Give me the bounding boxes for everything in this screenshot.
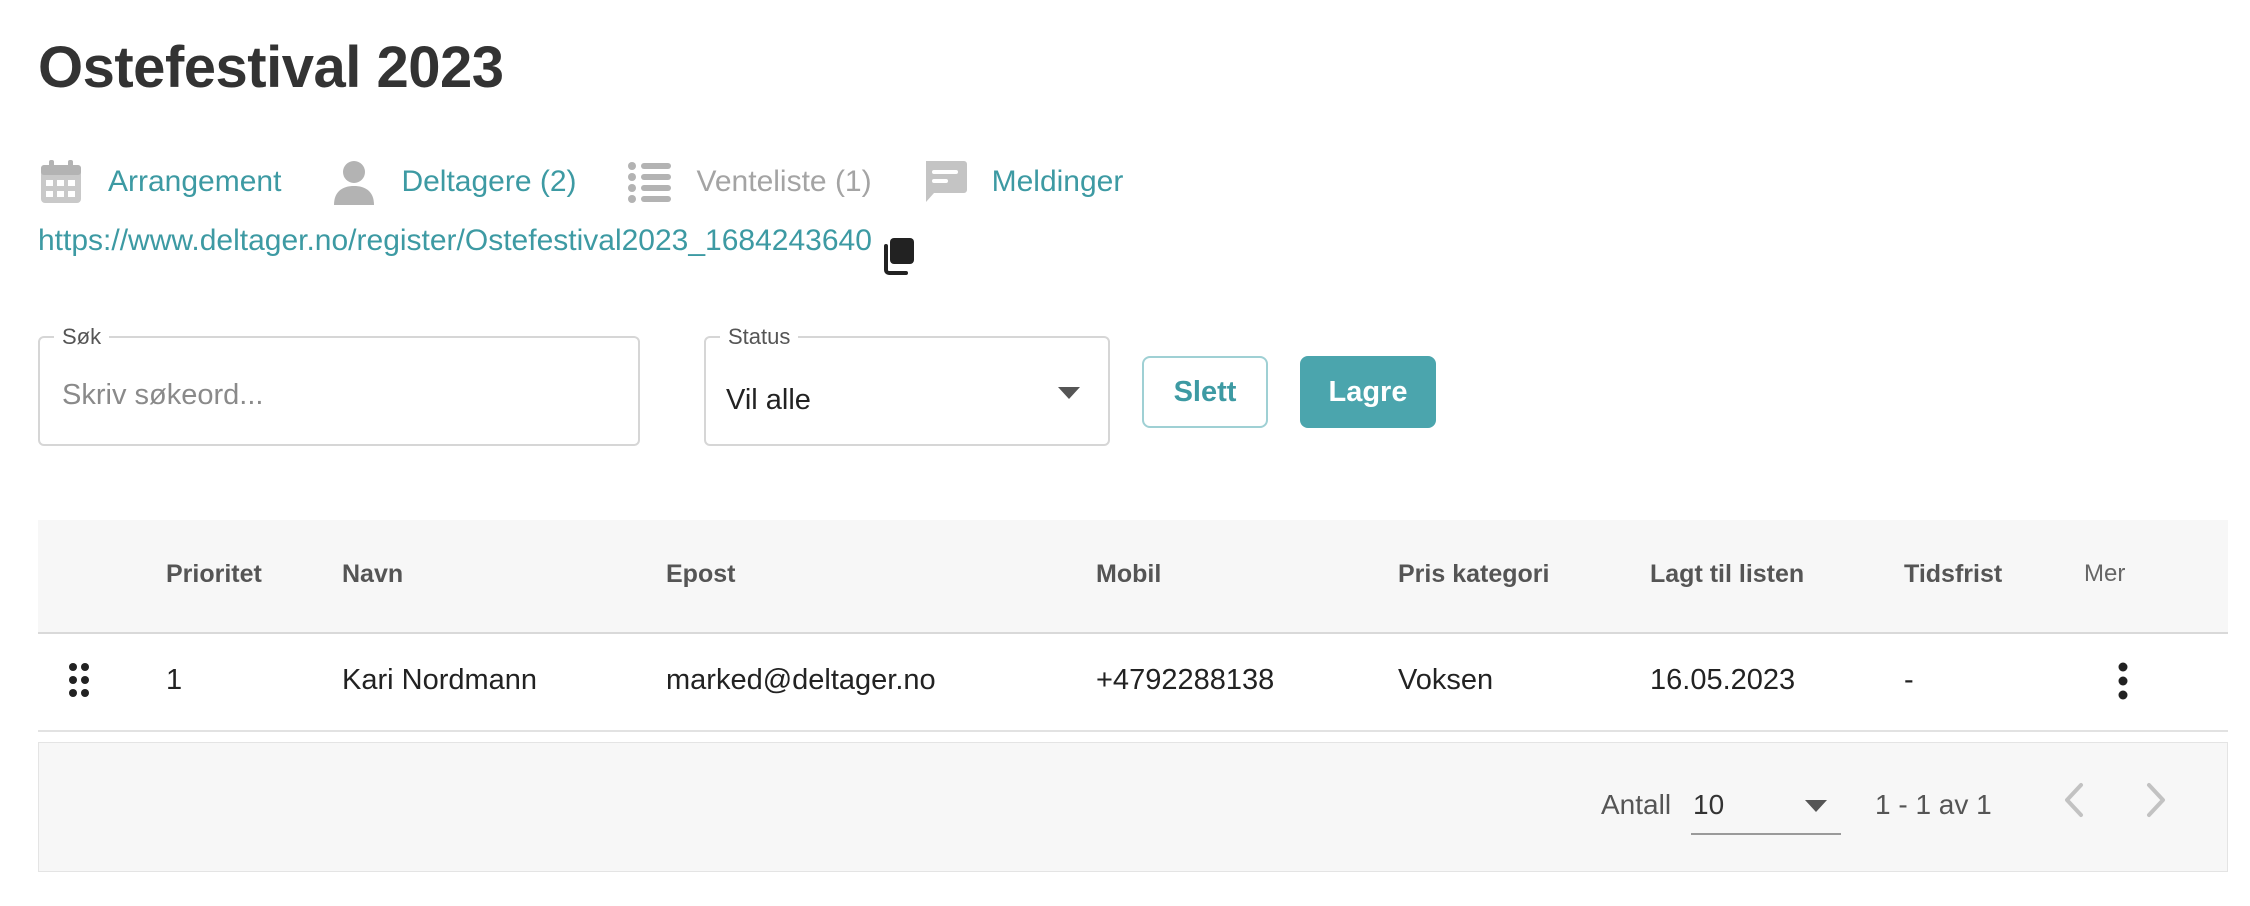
person-icon	[331, 159, 377, 205]
nav-meldinger[interactable]: Meldinger	[922, 159, 1124, 205]
status-value: Vil alle	[726, 384, 811, 416]
nav-label: Arrangement	[108, 165, 282, 198]
cell-prioritet: 1	[166, 664, 183, 696]
column-header-mer: Mer	[2084, 560, 2126, 587]
nav-venteliste[interactable]: Venteliste (1)	[627, 159, 872, 205]
column-header-mobil[interactable]: Mobil	[1096, 560, 1161, 589]
rows-per-page-value: 10	[1693, 789, 1725, 820]
cell-tidsfrist: -	[1904, 664, 1914, 696]
cell-mobil: +4792288138	[1096, 664, 1275, 696]
column-header-tidsfrist[interactable]: Tidsfrist	[1904, 560, 2002, 589]
rows-per-page-select[interactable]: 10	[1691, 779, 1841, 835]
column-header-prioritet[interactable]: Prioritet	[166, 560, 262, 589]
rows-per-page-label: Antall	[1601, 789, 1672, 820]
table-header: Prioritet Navn Epost Mobil Pris kategori…	[38, 520, 2228, 634]
column-header-epost[interactable]: Epost	[666, 560, 735, 589]
nav-label: Meldinger	[991, 165, 1124, 198]
chevron-right-icon[interactable]	[2143, 781, 2169, 824]
calendar-icon	[38, 159, 84, 205]
nav-deltagere[interactable]: Deltagere (2)	[331, 159, 577, 205]
list-icon	[627, 159, 673, 205]
nav-arrangement[interactable]: Arrangement	[38, 159, 281, 205]
column-header-lagt-til[interactable]: Lagt til listen	[1650, 560, 1804, 589]
nav-label: Deltagere (2)	[401, 165, 577, 198]
cell-navn: Kari Nordmann	[342, 664, 538, 696]
page-range: 1 - 1 av 1	[1875, 789, 1992, 820]
cell-epost: marked@deltager.no	[666, 664, 936, 696]
more-options-icon[interactable]	[2118, 662, 2128, 705]
column-header-pris-kategori[interactable]: Pris kategori	[1398, 560, 1549, 589]
caret-down-icon	[1058, 386, 1080, 404]
cell-pris-kategori: Voksen	[1398, 664, 1494, 696]
search-field: Søk	[38, 324, 640, 446]
nav-label: Venteliste (1)	[696, 165, 872, 198]
status-label: Status	[720, 324, 799, 350]
table-row: 1 Kari Nordmann marked@deltager.no +4792…	[38, 634, 2228, 732]
event-nav: Arrangement Deltagere (2) Venteliste (1)	[38, 156, 1173, 208]
table-pagination: Antall 10 1 - 1 av 1	[38, 742, 2228, 872]
drag-handle-icon[interactable]	[68, 662, 90, 703]
chat-icon	[922, 159, 968, 205]
status-select[interactable]: Status Vil alle	[704, 324, 1110, 446]
copy-icon[interactable]	[878, 236, 918, 276]
registration-link-row: https://www.deltager.no/register/Ostefes…	[38, 224, 918, 276]
caret-down-icon	[1805, 799, 1827, 817]
page-title: Ostefestival 2023	[38, 35, 504, 100]
column-header-navn[interactable]: Navn	[342, 560, 403, 589]
waitlist-table: Prioritet Navn Epost Mobil Pris kategori…	[38, 520, 2228, 732]
delete-button[interactable]: Slett	[1142, 356, 1268, 428]
save-button[interactable]: Lagre	[1300, 356, 1436, 428]
registration-link[interactable]: https://www.deltager.no/register/Ostefes…	[38, 224, 872, 258]
cell-lagt-til: 16.05.2023	[1650, 664, 1796, 696]
chevron-left-icon[interactable]	[2061, 781, 2087, 824]
search-label: Søk	[54, 324, 110, 350]
search-input[interactable]	[60, 378, 604, 413]
